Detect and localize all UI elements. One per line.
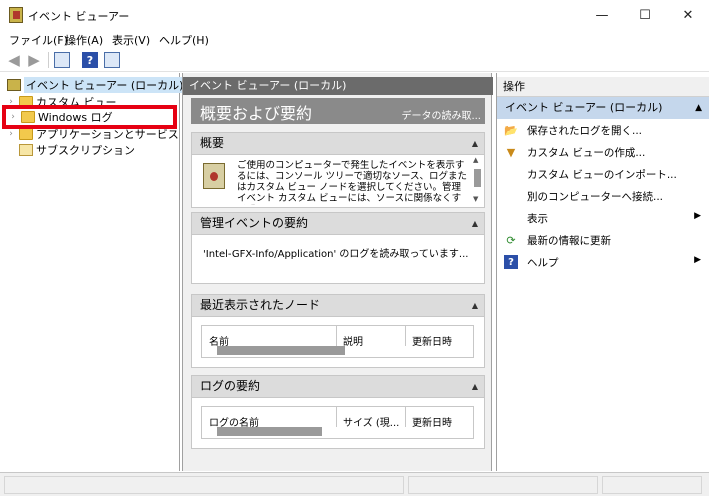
status-bar xyxy=(0,472,709,496)
scroll-thumb[interactable] xyxy=(474,169,481,187)
refresh-icon: ⟳ xyxy=(506,233,516,247)
tree-item-label: イベント ビューアー (ローカル) xyxy=(24,77,186,93)
submenu-arrow-icon: ▶ xyxy=(694,255,701,265)
recent-nodes-grid[interactable]: 名前 説明 更新日時 xyxy=(201,325,474,358)
collapse-caret-icon[interactable]: ▲ xyxy=(472,213,478,234)
status-segment xyxy=(4,476,404,494)
action-refresh[interactable]: ⟳ 最新の情報に更新 xyxy=(497,229,709,251)
section-title: 概要 xyxy=(200,136,225,150)
banner-title: 概要および要約 xyxy=(200,104,313,123)
menu-view[interactable]: 表示(V) xyxy=(112,32,150,48)
subscription-icon xyxy=(19,144,33,156)
action-label: カスタム ビューの作成... xyxy=(527,146,646,159)
grid-row-placeholder xyxy=(217,427,322,436)
status-segment xyxy=(408,476,598,494)
actions-header: 操作 xyxy=(497,77,709,97)
recent-nodes-header[interactable]: 最近表示されたノード ▲ xyxy=(192,295,484,317)
scroll-down-icon[interactable]: ▼ xyxy=(473,195,478,203)
tree-item-root[interactable]: イベント ビューアー (ローカル) xyxy=(4,77,186,93)
action-open-saved-log[interactable]: 📂 保存されたログを開く... xyxy=(497,119,709,141)
menu-file[interactable]: ファイル(F) xyxy=(9,32,68,48)
action-label: カスタム ビューのインポート... xyxy=(527,168,677,181)
actions-group-header[interactable]: イベント ビューアー (ローカル) ▲ xyxy=(497,97,709,119)
submenu-arrow-icon: ▶ xyxy=(694,211,701,221)
minimize-button[interactable]: — xyxy=(579,0,625,30)
summary-banner: 概要および要約 データの読み取... xyxy=(191,98,485,124)
close-button[interactable]: ✕ xyxy=(665,0,709,30)
event-viewer-icon xyxy=(7,79,21,91)
action-connect-computer[interactable]: 別のコンピューターへ接続... xyxy=(497,185,709,207)
loading-status-text: 'Intel-GFX-Info/Application' のログを読み取っていま… xyxy=(203,249,469,260)
column-header-size[interactable]: サイズ (現... xyxy=(343,414,399,429)
grid-row-placeholder xyxy=(217,346,345,355)
title-bar: イベント ビューアー — ☐ ✕ xyxy=(0,0,709,30)
log-summary-section: ログの要約 ▲ ログの名前 サイズ (現... 更新日時 xyxy=(191,375,485,449)
tree-item-label: Windows ログ xyxy=(38,111,113,124)
console-tree: イベント ビューアー (ローカル) › カスタム ビュー › アプリケーションと… xyxy=(0,73,204,471)
action-label: ヘルプ xyxy=(527,256,559,269)
toolbar: ◀ ▶ ? xyxy=(0,48,709,72)
chevron-right-icon[interactable]: › xyxy=(6,129,16,139)
collapse-caret-icon[interactable]: ▲ xyxy=(695,97,702,119)
log-summary-grid[interactable]: ログの名前 サイズ (現... 更新日時 xyxy=(201,406,474,439)
folder-icon xyxy=(19,128,33,140)
admin-events-section: 管理イベントの要約 ▲ 'Intel-GFX-Info/Application'… xyxy=(191,212,485,284)
tree-item-subscriptions[interactable]: サブスクリプション xyxy=(6,142,135,158)
collapse-caret-icon[interactable]: ▲ xyxy=(472,295,478,316)
event-log-icon xyxy=(203,163,225,189)
column-header-modified[interactable]: 更新日時 xyxy=(412,333,452,348)
action-label: 別のコンピューターへ接続... xyxy=(527,190,664,203)
column-header-description[interactable]: 説明 xyxy=(343,333,363,348)
open-folder-icon: 📂 xyxy=(504,123,518,137)
highlight-box: › Windows ログ xyxy=(2,105,177,129)
overview-text: ご使用のコンピューターで発生したイベントを表示するには、コンソール ツリーで適切… xyxy=(237,160,467,205)
actions-group-label: イベント ビューアー (ローカル) xyxy=(505,101,663,114)
actions-pane: 操作 イベント ビューアー (ローカル) ▲ 📂 保存されたログを開く... ▼… xyxy=(496,73,709,471)
event-viewer-app-icon xyxy=(9,7,23,23)
show-hide-action-pane-icon[interactable] xyxy=(104,52,120,68)
recent-nodes-section: 最近表示されたノード ▲ 名前 説明 更新日時 xyxy=(191,294,485,368)
toolbar-separator xyxy=(48,52,49,68)
menu-bar: ファイル(F) 操作(A) 表示(V) ヘルプ(H) xyxy=(0,30,709,48)
action-label: 表示 xyxy=(527,212,548,225)
log-summary-header[interactable]: ログの要約 ▲ xyxy=(192,376,484,398)
action-import-custom-view[interactable]: カスタム ビューのインポート... xyxy=(497,163,709,185)
banner-status: データの読み取... xyxy=(401,111,481,122)
maximize-button[interactable]: ☐ xyxy=(622,0,668,30)
windows-logs-folder-icon xyxy=(21,111,35,123)
section-title: 管理イベントの要約 xyxy=(200,216,309,230)
action-help[interactable]: ? ヘルプ ▶ xyxy=(497,251,709,273)
action-label: 保存されたログを開く... xyxy=(527,124,643,137)
overview-section: 概要 ▲ ご使用のコンピューターで発生したイベントを表示するには、コンソール ツ… xyxy=(191,132,485,208)
chevron-right-icon[interactable]: › xyxy=(8,112,18,122)
window-title: イベント ビューアー xyxy=(28,10,130,23)
action-view[interactable]: 表示 ▶ xyxy=(497,207,709,229)
collapse-caret-icon[interactable]: ▲ xyxy=(472,133,478,154)
action-create-custom-view[interactable]: ▼ カスタム ビューの作成... xyxy=(497,141,709,163)
tree-item-windows-logs[interactable]: › Windows ログ xyxy=(8,109,113,125)
back-arrow-icon[interactable]: ◀ xyxy=(6,51,22,69)
filter-icon: ▼ xyxy=(506,145,516,159)
scroll-up-icon[interactable]: ▲ xyxy=(473,156,478,164)
section-title: 最近表示されたノード xyxy=(200,298,321,312)
center-header: イベント ビューアー (ローカル) xyxy=(183,77,493,95)
help-icon: ? xyxy=(504,255,518,269)
show-hide-console-tree-icon[interactable] xyxy=(54,52,70,68)
section-title: ログの要約 xyxy=(200,379,261,393)
help-icon[interactable]: ? xyxy=(82,52,98,68)
admin-events-header[interactable]: 管理イベントの要約 ▲ xyxy=(192,213,484,235)
menu-action[interactable]: 操作(A) xyxy=(65,32,103,48)
center-pane: イベント ビューアー (ローカル) 概要および要約 データの読み取... 概要 … xyxy=(182,73,493,471)
collapse-caret-icon[interactable]: ▲ xyxy=(472,376,478,397)
status-segment xyxy=(602,476,702,494)
menu-help[interactable]: ヘルプ(H) xyxy=(159,32,209,48)
forward-arrow-icon[interactable]: ▶ xyxy=(26,51,42,69)
column-header-modified[interactable]: 更新日時 xyxy=(412,414,452,429)
action-label: 最新の情報に更新 xyxy=(527,234,611,247)
overview-header[interactable]: 概要 ▲ xyxy=(192,133,484,155)
tree-item-label: サブスクリプション xyxy=(36,144,135,157)
overview-scrollbar[interactable]: ▲ ▼ xyxy=(473,156,482,203)
